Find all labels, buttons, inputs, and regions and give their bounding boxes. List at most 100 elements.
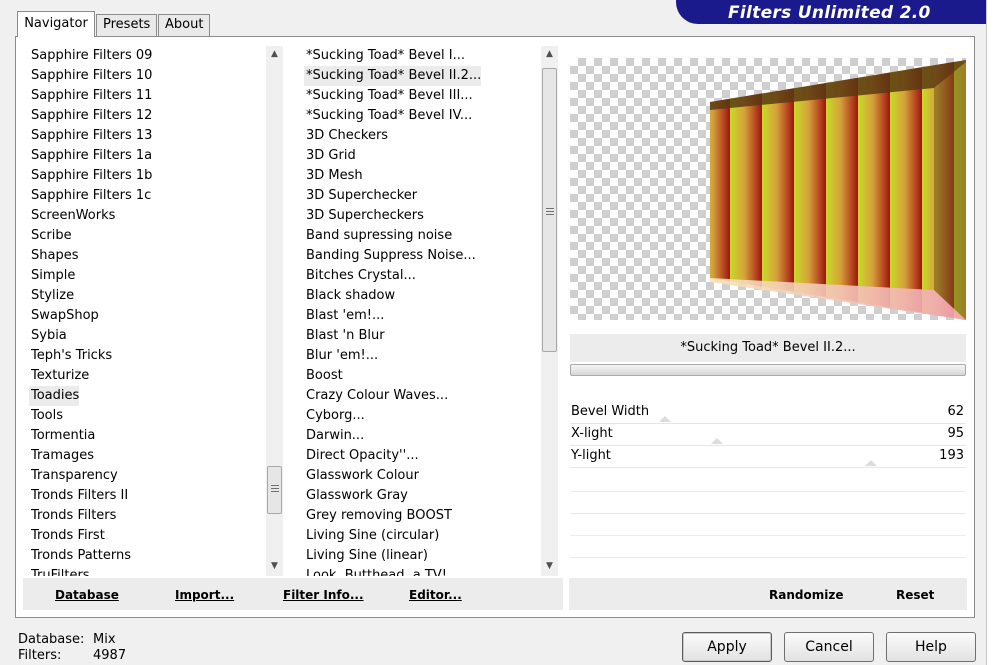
category-item[interactable]: Stylize: [29, 286, 74, 306]
filter-item[interactable]: Look, Butthead, a TV!: [304, 566, 447, 576]
filter-item[interactable]: 3D Superchecker: [304, 186, 417, 206]
category-list[interactable]: Sapphire Filters 09 Sapphire Filters 10 Sa…: [29, 46, 265, 576]
category-item[interactable]: TruFilters: [29, 566, 90, 576]
param-slider-marker[interactable]: [659, 416, 672, 422]
category-item[interactable]: Toadies: [29, 386, 80, 406]
filter-scroll-thumb[interactable]: [542, 68, 557, 352]
randomize-button[interactable]: Randomize: [769, 587, 843, 603]
category-item[interactable]: Simple: [29, 266, 75, 286]
param-value: 193: [939, 448, 964, 463]
category-item[interactable]: ScreenWorks: [29, 206, 115, 226]
editor-button[interactable]: Editor...: [409, 587, 462, 603]
preview-image: [570, 58, 966, 320]
category-item[interactable]: Shapes: [29, 246, 78, 266]
filter-item[interactable]: 3D Mesh: [304, 166, 363, 186]
filter-item[interactable]: Band supressing noise: [304, 226, 452, 246]
filter-item[interactable]: Living Sine (circular): [304, 526, 439, 546]
reset-button[interactable]: Reset: [896, 587, 934, 603]
param-value: 62: [947, 404, 964, 419]
category-item[interactable]: Scribe: [29, 226, 72, 246]
filter-item[interactable]: Living Sine (linear): [304, 546, 428, 566]
category-item[interactable]: SwapShop: [29, 306, 99, 326]
filter-item[interactable]: Glasswork Colour: [304, 466, 419, 486]
category-item[interactable]: Sapphire Filters 11: [29, 86, 152, 106]
filter-item[interactable]: Bitches Crystal...: [304, 266, 416, 286]
filter-info-button[interactable]: Filter Info...: [283, 587, 364, 603]
scroll-down-icon[interactable]: ▼: [541, 558, 558, 575]
category-item[interactable]: Sapphire Filters 1b: [29, 166, 152, 186]
category-item[interactable]: Sapphire Filters 1c: [29, 186, 151, 206]
param-slider-row[interactable]: X-light 95: [570, 424, 966, 446]
category-scrollbar[interactable]: ▲ ▼: [266, 46, 283, 576]
category-item[interactable]: Texturize: [29, 366, 89, 386]
filter-item[interactable]: Glasswork Gray: [304, 486, 408, 506]
param-label: Y-light: [571, 448, 611, 463]
filter-item[interactable]: Blast 'em!...: [304, 306, 384, 326]
empty-param-row: [570, 514, 966, 536]
category-item[interactable]: Sapphire Filters 13: [29, 126, 152, 146]
empty-param-row: [570, 492, 966, 514]
filter-item[interactable]: Grey removing BOOST: [304, 506, 452, 526]
category-item[interactable]: Transparency: [29, 466, 118, 486]
database-button[interactable]: Database: [55, 587, 119, 603]
app-title: Filters Unlimited 2.0: [728, 3, 931, 23]
filter-item[interactable]: Blast 'n Blur: [304, 326, 385, 346]
database-value: Mix: [93, 632, 116, 647]
category-item[interactable]: Tronds Filters II: [29, 486, 128, 506]
category-item[interactable]: Tronds Patterns: [29, 546, 131, 566]
empty-param-row: [570, 470, 966, 492]
filter-item[interactable]: Boost: [304, 366, 343, 386]
filter-item[interactable]: Darwin...: [304, 426, 364, 446]
category-item[interactable]: Sapphire Filters 1a: [29, 146, 152, 166]
filter-item[interactable]: *Sucking Toad* Bevel III...: [304, 86, 473, 106]
apply-button[interactable]: Apply: [682, 632, 772, 662]
tab-navigator[interactable]: Navigator: [17, 11, 95, 37]
progress-bar: [570, 364, 966, 376]
empty-param-row: [570, 536, 966, 558]
filter-item[interactable]: Crazy Colour Waves...: [304, 386, 448, 406]
category-item[interactable]: Tronds First: [29, 526, 105, 546]
filter-item[interactable]: *Sucking Toad* Bevel IV...: [304, 106, 472, 126]
param-label: Bevel Width: [571, 404, 650, 419]
filter-item[interactable]: Direct Opacity''...: [304, 446, 419, 466]
filter-item[interactable]: Cyborg...: [304, 406, 365, 426]
filter-item[interactable]: Black shadow: [304, 286, 395, 306]
cancel-button[interactable]: Cancel: [784, 632, 874, 662]
category-item[interactable]: Teph's Tricks: [29, 346, 112, 366]
filter-item[interactable]: 3D Supercheckers: [304, 206, 424, 226]
window-edge: [986, 0, 1000, 665]
category-item[interactable]: Tramages: [29, 446, 94, 466]
filter-list[interactable]: *Sucking Toad* Bevel I... *Sucking Toad* …: [304, 46, 538, 576]
filter-item[interactable]: Banding Suppress Noise...: [304, 246, 476, 266]
filter-item[interactable]: *Sucking Toad* Bevel I...: [304, 46, 465, 66]
filters-label: Filters:: [18, 648, 62, 663]
import-button[interactable]: Import...: [175, 587, 234, 603]
filter-item[interactable]: 3D Checkers: [304, 126, 388, 146]
param-slider-marker[interactable]: [710, 438, 723, 444]
scroll-up-icon[interactable]: ▲: [541, 46, 558, 63]
category-item[interactable]: Sapphire Filters 09: [29, 46, 152, 66]
tab-presets[interactable]: Presets: [96, 14, 157, 36]
param-value: 95: [947, 426, 964, 441]
param-slider-row[interactable]: Y-light 193: [570, 446, 966, 468]
category-item[interactable]: Tools: [29, 406, 63, 426]
category-item[interactable]: Tronds Filters: [29, 506, 116, 526]
help-button[interactable]: Help: [886, 632, 976, 662]
category-item[interactable]: Tormentia: [29, 426, 95, 446]
tab-about[interactable]: About: [158, 14, 210, 36]
filters-count: 4987: [93, 648, 127, 663]
filter-scrollbar[interactable]: ▲ ▼: [541, 46, 558, 576]
scroll-up-icon[interactable]: ▲: [266, 46, 283, 63]
category-item[interactable]: Sapphire Filters 10: [29, 66, 152, 86]
filter-item[interactable]: Blur 'em!...: [304, 346, 378, 366]
filter-item[interactable]: 3D Grid: [304, 146, 356, 166]
database-label: Database:: [18, 632, 85, 647]
category-item[interactable]: Sapphire Filters 12: [29, 106, 152, 126]
param-slider-row[interactable]: Bevel Width 62: [570, 402, 966, 424]
scroll-down-icon[interactable]: ▼: [266, 558, 283, 575]
filter-item[interactable]: *Sucking Toad* Bevel II.2...: [304, 66, 482, 86]
category-item[interactable]: Sybia: [29, 326, 67, 346]
preview-render: [710, 60, 966, 320]
category-scroll-thumb[interactable]: [267, 466, 282, 514]
param-slider-marker[interactable]: [864, 460, 877, 466]
